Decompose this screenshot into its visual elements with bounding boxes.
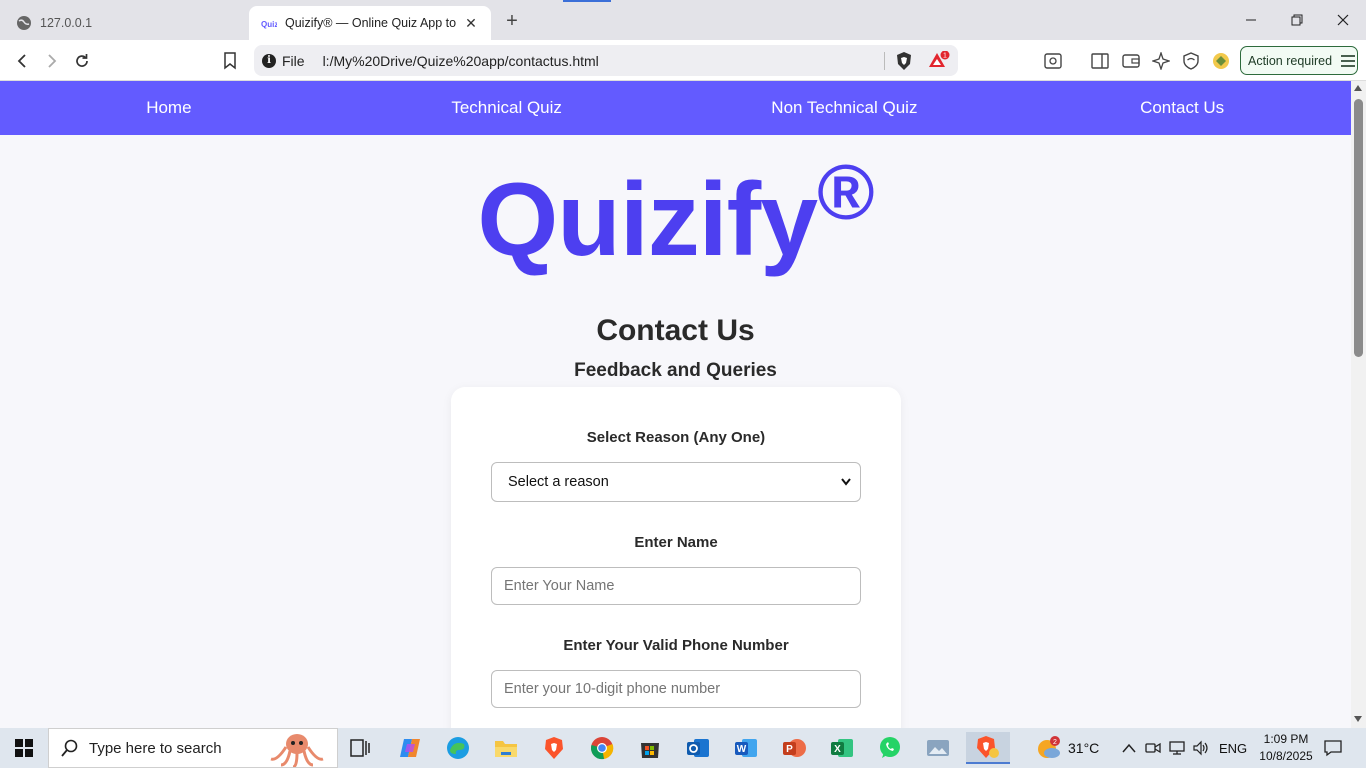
brave-browser-icon[interactable] xyxy=(534,732,574,764)
page-scrollbar[interactable] xyxy=(1351,81,1366,728)
name-input-placeholder: Enter Your Name xyxy=(504,578,615,594)
scroll-down-arrow-icon[interactable] xyxy=(1354,716,1362,722)
svg-text:P: P xyxy=(786,744,793,755)
svg-text:X: X xyxy=(834,744,841,755)
input-language-indicator[interactable]: ENG xyxy=(1219,728,1247,768)
show-hidden-icons-chevron-up-icon[interactable] xyxy=(1122,728,1136,768)
reading-list-icon[interactable] xyxy=(1040,48,1066,74)
browser-tab-strip: 127.0.0.1 Quiz Quizify® — Online Quiz Ap… xyxy=(0,0,1366,40)
powerpoint-icon[interactable]: P xyxy=(774,732,814,764)
outlook-icon[interactable] xyxy=(678,732,718,764)
svg-text:1: 1 xyxy=(943,53,947,60)
forward-arrow-icon[interactable] xyxy=(39,48,65,74)
close-tab-icon[interactable]: ✕ xyxy=(463,15,479,31)
network-icon[interactable] xyxy=(1168,728,1186,768)
svg-text:2: 2 xyxy=(1053,739,1057,746)
taskbar-search-box[interactable]: Type here to search xyxy=(48,728,338,768)
phone-label: Enter Your Valid Phone Number xyxy=(563,637,789,654)
browser-toolbar: i File l:/My%20Drive/Quize%20app/contact… xyxy=(0,40,1366,81)
task-view-icon[interactable] xyxy=(340,732,380,764)
system-clock[interactable]: 1:09 PM 10/8/2025 xyxy=(1252,731,1320,765)
scrollbar-thumb[interactable] xyxy=(1354,99,1363,357)
site-info-icon[interactable]: i xyxy=(262,53,276,68)
nav-link-non-technical-quiz[interactable]: Non Technical Quiz xyxy=(676,81,1014,135)
omnibox-divider xyxy=(884,52,885,70)
brand-name: Quizify xyxy=(477,162,818,278)
name-label: Enter Name xyxy=(634,534,718,551)
nav-link-home[interactable]: Home xyxy=(0,81,338,135)
scroll-up-arrow-icon[interactable] xyxy=(1354,85,1362,91)
windows-taskbar: Type here to search W P X 2 31°C ENG 1:0… xyxy=(0,728,1366,768)
action-required-button[interactable]: Action required xyxy=(1240,46,1358,75)
quizify-favicon-icon: Quiz xyxy=(261,15,277,31)
page-subtitle: Feedback and Queries xyxy=(574,360,777,381)
windows-start-button[interactable] xyxy=(0,728,48,768)
page-title: Contact Us xyxy=(596,314,755,347)
nav-link-technical-quiz[interactable]: Technical Quiz xyxy=(338,81,676,135)
weather-temperature: 31°C xyxy=(1068,740,1100,756)
quizify-logo: Quizify® xyxy=(0,148,1351,283)
phone-input[interactable]: Enter your 10-digit phone number xyxy=(491,670,861,708)
windows-logo-icon xyxy=(15,739,33,757)
vpn-shield-icon[interactable] xyxy=(1178,48,1204,74)
copilot-icon[interactable] xyxy=(390,732,430,764)
tab-title: 127.0.0.1 xyxy=(40,16,93,30)
whatsapp-icon[interactable] xyxy=(870,732,910,764)
globe-icon xyxy=(16,15,32,31)
wallet-icon[interactable] xyxy=(1118,48,1144,74)
microsoft-store-icon[interactable] xyxy=(630,732,670,764)
back-arrow-icon[interactable] xyxy=(9,48,35,74)
octopus-search-highlight-icon xyxy=(267,731,327,767)
meet-now-icon[interactable] xyxy=(1145,728,1161,768)
url-text[interactable]: l:/My%20Drive/Quize%20app/contactus.html xyxy=(323,53,599,69)
word-icon[interactable]: W xyxy=(726,732,766,764)
leo-ai-icon[interactable] xyxy=(1148,48,1174,74)
restore-window-button[interactable] xyxy=(1274,0,1320,40)
svg-text:Quiz: Quiz xyxy=(261,20,277,29)
weather-sun-icon: 2 xyxy=(1036,736,1062,760)
file-explorer-icon[interactable] xyxy=(486,732,526,764)
minimize-window-button[interactable] xyxy=(1228,0,1274,40)
name-input[interactable]: Enter Your Name xyxy=(491,567,861,605)
reason-label: Select Reason (Any One) xyxy=(586,429,766,446)
reason-selected-value: Select a reason xyxy=(508,474,609,490)
browser-tab-localhost[interactable]: 127.0.0.1 xyxy=(4,6,244,40)
search-icon xyxy=(61,739,79,757)
contact-form-card: Select Reason (Any One) Select a reason … xyxy=(451,387,901,747)
registered-mark: ® xyxy=(817,148,874,236)
sidebar-toggle-icon[interactable] xyxy=(1087,48,1113,74)
url-scheme-label: File xyxy=(282,52,305,69)
edge-browser-icon[interactable] xyxy=(438,732,478,764)
photos-app-icon[interactable] xyxy=(918,732,958,764)
site-navbar: Home Technical Quiz Non Technical Quiz C… xyxy=(0,81,1351,135)
excel-icon[interactable]: X xyxy=(822,732,862,764)
extension-icon[interactable] xyxy=(1208,48,1234,74)
reason-select[interactable]: Select a reason xyxy=(491,462,861,502)
nav-link-contact-us[interactable]: Contact Us xyxy=(1013,81,1351,135)
tab-drag-indicator xyxy=(563,0,611,2)
volume-icon[interactable] xyxy=(1192,728,1210,768)
chevron-down-icon xyxy=(840,475,852,493)
brave-browser-active-icon[interactable] xyxy=(966,732,1010,764)
action-required-label: Action required xyxy=(1248,53,1333,68)
menu-hamburger-icon xyxy=(1340,54,1356,68)
weather-widget[interactable]: 2 31°C xyxy=(1036,728,1099,768)
phone-input-placeholder: Enter your 10-digit phone number xyxy=(504,681,721,697)
browser-tab-quizify[interactable]: Quiz Quizify® — Online Quiz App to ✕ xyxy=(249,6,491,40)
brave-rewards-icon[interactable]: 1 xyxy=(928,50,950,74)
clock-date: 10/8/2025 xyxy=(1259,749,1313,763)
notification-center-icon[interactable] xyxy=(1323,728,1343,768)
brave-shields-icon[interactable] xyxy=(895,51,913,74)
clock-time: 1:09 PM xyxy=(1263,732,1309,746)
reload-icon[interactable] xyxy=(69,48,95,74)
svg-text:W: W xyxy=(737,744,747,755)
search-placeholder: Type here to search xyxy=(89,739,222,757)
close-window-button[interactable] xyxy=(1320,0,1366,40)
address-bar[interactable]: i File l:/My%20Drive/Quize%20app/contact… xyxy=(254,45,958,76)
tab-title: Quizify® — Online Quiz App to xyxy=(285,16,457,30)
new-tab-button[interactable]: + xyxy=(500,9,524,33)
chrome-browser-icon[interactable] xyxy=(582,732,622,764)
bookmark-icon[interactable] xyxy=(217,48,243,74)
